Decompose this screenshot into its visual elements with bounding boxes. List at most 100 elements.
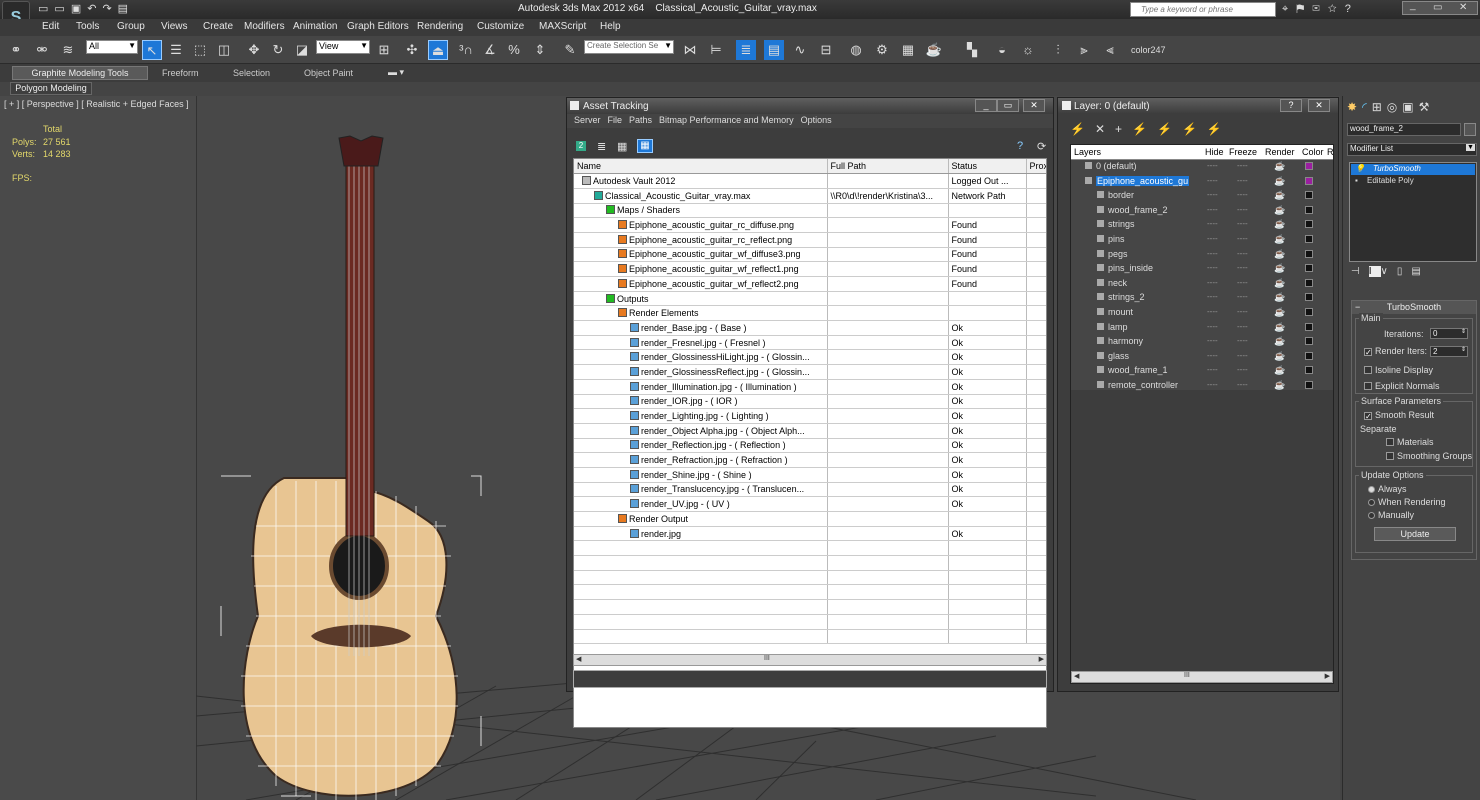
material-editor-icon[interactable]: ◍	[846, 40, 866, 60]
rectangular-selection-icon[interactable]: ⬚	[190, 40, 210, 60]
mirror-icon[interactable]: ⋈	[680, 40, 700, 60]
object-color-swatch[interactable]	[1464, 123, 1476, 136]
viewport-label[interactable]: [ + ] [ Perspective ] [ Realistic + Edge…	[4, 99, 189, 109]
keyboard-shortcut-icon[interactable]: ⏏	[428, 40, 448, 60]
minimize-icon[interactable]: _	[1410, 0, 1416, 11]
scroll-right-icon[interactable]: ▶	[1039, 655, 1044, 663]
hierarchy-tab-icon[interactable]: ⊞	[1372, 100, 1387, 114]
column-hide[interactable]: Hide	[1205, 147, 1224, 157]
when-rendering-radio[interactable]: When Rendering	[1368, 497, 1446, 507]
polygon-modeling-panel[interactable]: Polygon Modeling	[10, 82, 92, 95]
layer-row[interactable]: harmony ---- ---- ☕	[1071, 335, 1341, 350]
scroll-grip[interactable]: III	[764, 655, 770, 662]
asset-row[interactable]: render_Base.jpg - ( Base ) Ok	[574, 320, 1046, 336]
search-input[interactable]	[1131, 3, 1271, 16]
close-icon[interactable]: ✕	[1308, 99, 1330, 112]
vray-toolbar-icon[interactable]: ▚	[962, 40, 982, 60]
scroll-left-icon[interactable]: ◀	[1074, 672, 1079, 680]
asset-row[interactable]: render_GlossinessReflect.jpg - ( Glossin…	[574, 364, 1046, 380]
utilities-tab-icon[interactable]: ⚒	[1419, 100, 1435, 114]
hide-all-icon[interactable]: ⚡	[1182, 122, 1207, 136]
rendered-frame-icon[interactable]: ▦	[898, 40, 918, 60]
freeze-toggle[interactable]: ----	[1237, 307, 1248, 316]
new-file-icon[interactable]: ▭	[38, 3, 54, 15]
asset-row[interactable]: Epiphone_acoustic_guitar_wf_diffuse3.png…	[574, 247, 1046, 263]
layer-row[interactable]: mount ---- ---- ☕	[1071, 306, 1341, 321]
layer-row[interactable]: neck ---- ---- ☕	[1071, 277, 1341, 292]
layer-manager-window[interactable]: Layer: 0 (default) ? ✕ ⚡✕+⚡⚡⚡⚡ Layers Hi…	[1057, 97, 1339, 692]
menu-group[interactable]: Group	[117, 21, 145, 32]
percent-snap-icon[interactable]: %	[504, 40, 524, 60]
delete-layer-icon[interactable]: ✕	[1095, 122, 1115, 136]
menu-views[interactable]: Views	[161, 21, 188, 32]
move-icon[interactable]: ✥	[244, 40, 264, 60]
render-teapot-icon[interactable]: ☕	[1274, 380, 1285, 391]
asset-row[interactable]: Render Output	[574, 511, 1046, 527]
render-iters-spinner[interactable]: 2 ⇕	[1430, 346, 1468, 357]
help-icon[interactable]: ?	[1017, 140, 1023, 152]
vault-icon[interactable]: 2	[576, 141, 586, 151]
asset-menu-server[interactable]: Server	[574, 115, 601, 125]
modify-tab-icon[interactable]: ◜	[1362, 100, 1372, 114]
freeze-toggle[interactable]: ----	[1237, 365, 1248, 374]
asset-row[interactable]: render_Shine.jpg - ( Shine ) Ok	[574, 467, 1046, 483]
render-teapot-icon[interactable]: ☕	[1274, 292, 1285, 303]
checkbox-icon[interactable]	[1364, 382, 1372, 390]
layer-row[interactable]: strings_2 ---- ---- ☕	[1071, 291, 1341, 306]
pivot-center-icon[interactable]: ⊞	[374, 40, 394, 60]
stack-item-editable-poly[interactable]: ▪ Editable Poly	[1351, 176, 1475, 187]
edit-named-selection-icon[interactable]: ✎	[560, 40, 580, 60]
radio-icon[interactable]	[1368, 512, 1375, 519]
layer-row[interactable]: remote_controller ---- ---- ☕	[1071, 379, 1341, 394]
layer-manager-icon[interactable]: ≣	[736, 40, 756, 60]
search-box[interactable]	[1130, 2, 1276, 17]
lightbulb-icon[interactable]: 💡	[1355, 164, 1365, 173]
spinner-snap-icon[interactable]: ⇕	[530, 40, 550, 60]
asset-row[interactable]: Classical_Acoustic_Guitar_vray.max \\R0\d…	[574, 188, 1046, 204]
checkbox-icon[interactable]	[1386, 452, 1394, 460]
project-icon[interactable]: ▤	[118, 3, 134, 15]
window-crossing-icon[interactable]: ◫	[214, 40, 234, 60]
menu-customize[interactable]: Customize	[477, 21, 524, 32]
freeze-toggle[interactable]: ----	[1237, 190, 1248, 199]
column-freeze[interactable]: Freeze	[1229, 147, 1257, 157]
stack-item-turbosmooth[interactable]: 💡 TurboSmooth	[1351, 164, 1475, 175]
layer-color-swatch[interactable]	[1305, 220, 1313, 229]
asset-row[interactable]: render_Refraction.jpg - ( Refraction ) Ok	[574, 452, 1046, 468]
help-icon[interactable]: ?	[1280, 99, 1302, 112]
curve-editor-icon[interactable]: ∿	[790, 40, 810, 60]
show-end-result-icon[interactable]: I	[1368, 266, 1381, 277]
render-teapot-icon[interactable]: ☕	[1274, 219, 1285, 230]
freeze-toggle[interactable]: ----	[1237, 205, 1248, 214]
checkbox-checked-icon[interactable]: ✓	[1364, 348, 1372, 357]
close-icon[interactable]: ✕	[1459, 2, 1467, 13]
layer-color-swatch[interactable]	[1305, 264, 1313, 273]
asset-menu-options[interactable]: Options	[801, 115, 832, 125]
selection-filter-dropdown[interactable]: All ▼	[86, 40, 138, 54]
render-teapot-icon[interactable]: ☕	[1274, 176, 1285, 187]
help-icon[interactable]: ?	[1345, 3, 1359, 15]
bind-spacewarp-icon[interactable]: ≋	[58, 40, 78, 60]
layer-row[interactable]: glass ---- ---- ☕	[1071, 350, 1341, 365]
named-selection-dropdown[interactable]: Create Selection Se ▼	[584, 40, 674, 54]
layer-color-swatch[interactable]	[1305, 162, 1313, 170]
isoline-checkbox[interactable]: Isoline Display	[1364, 365, 1433, 375]
vray-fur-icon[interactable]: ⫷	[1100, 40, 1120, 60]
asset-row[interactable]: Autodesk Vault 2012 Logged Out ...	[574, 173, 1046, 189]
smoothing-groups-checkbox[interactable]: Smoothing Groups	[1386, 451, 1472, 461]
add-selected-icon[interactable]: +	[1115, 122, 1132, 136]
layer-color-swatch[interactable]	[1305, 366, 1313, 375]
menu-create[interactable]: Create	[203, 21, 233, 32]
always-radio[interactable]: Always	[1368, 484, 1407, 494]
hide-toggle[interactable]: ----	[1207, 249, 1218, 258]
asset-menu-paths[interactable]: Paths	[629, 115, 652, 125]
iterations-spinner[interactable]: 0 ⇕	[1430, 328, 1468, 339]
scale-icon[interactable]: ◪	[292, 40, 312, 60]
render-teapot-icon[interactable]: ☕	[1274, 322, 1285, 333]
schematic-view-icon[interactable]: ⊟	[816, 40, 836, 60]
layer-row[interactable]: pins_inside ---- ---- ☕	[1071, 262, 1341, 277]
layer-row[interactable]: pegs ---- ---- ☕	[1071, 248, 1341, 263]
hide-toggle[interactable]: ----	[1207, 263, 1218, 272]
layer-color-swatch[interactable]	[1305, 381, 1313, 389]
menu-modifiers[interactable]: Modifiers	[244, 21, 285, 32]
